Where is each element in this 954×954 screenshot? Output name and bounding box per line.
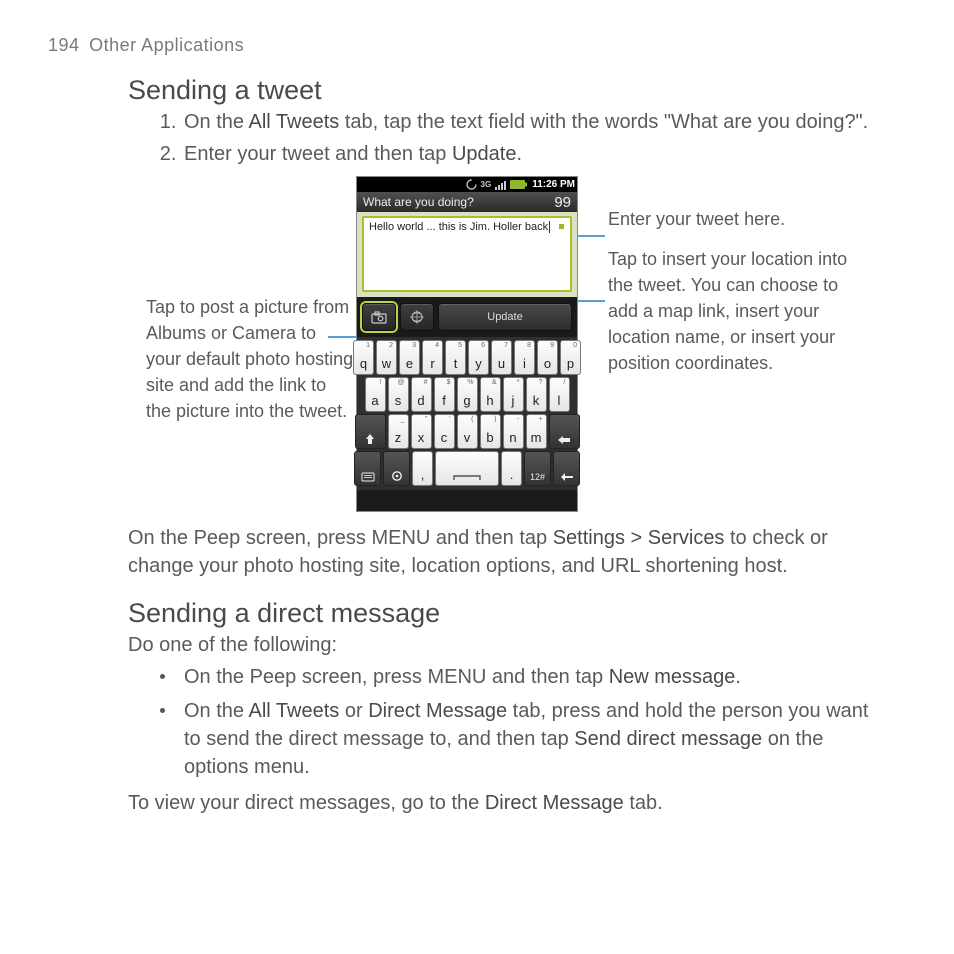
key[interactable]: c' [434,414,455,449]
title-text: What are you doing? [363,195,474,209]
key[interactable]: t5 [445,340,466,375]
signal-icon [495,180,506,190]
key[interactable]: n- [503,414,524,449]
clock: 11:26 PM [532,179,575,190]
globe-icon [409,309,425,325]
key[interactable]: b) [480,414,501,449]
page-number: 194 [48,35,80,55]
phone-screenshot: 3G 11:26 PM What are you doing? 99 Hello… [356,176,576,512]
title-bar: What are you doing? 99 [357,192,577,212]
key[interactable]: y6 [468,340,489,375]
key[interactable]: i8 [514,340,535,375]
key[interactable]: k? [526,377,547,412]
key[interactable]: l/ [549,377,570,412]
keyboard-row-2: a!s@d#f$g%h&j*k?l/ [359,377,575,412]
tweet-compose-area: Hello world ... this is Jim. Holler back [357,212,577,297]
key[interactable]: r4 [422,340,443,375]
key[interactable]: q1 [353,340,374,375]
key[interactable]: s@ [388,377,409,412]
network-3g-icon: 3G [481,180,492,189]
camera-icon [371,311,387,324]
status-bar: 3G 11:26 PM [357,177,577,192]
key[interactable]: u7 [491,340,512,375]
key[interactable] [383,451,410,486]
location-button[interactable] [400,303,434,331]
running-header: 194 Other Applications [48,35,244,56]
phone: 3G 11:26 PM What are you doing? 99 Hello… [356,176,578,512]
dm-bullet-list: On the Peep screen, press MENU and then … [128,663,883,781]
key[interactable]: f$ [434,377,455,412]
after-figure-para: On the Peep screen, press MENU and then … [128,524,883,580]
key[interactable]: j* [503,377,524,412]
tweet-input[interactable]: Hello world ... this is Jim. Holler back [362,216,572,292]
keyboard: q1w2e3r4t5y6u7i8o9p0 a!s@d#f$g%h&j*k?l/ … [357,337,577,490]
callout-left: Tap to post a picture from Albums or Cam… [128,176,356,512]
step-2: Enter your tweet and then tap Update. [182,140,883,168]
key[interactable] [553,451,580,486]
keyboard-row-4: ,.12# [359,451,575,486]
camera-button[interactable] [362,303,396,331]
dm-bullet-1: On the Peep screen, press MENU and then … [182,663,883,691]
keyboard-row-1: q1w2e3r4t5y6u7i8o9p0 [359,340,575,375]
body: Sending a tweet On the All Tweets tab, t… [128,75,883,835]
key[interactable]: p0 [560,340,581,375]
key[interactable]: x" [411,414,432,449]
key[interactable]: z_ [388,414,409,449]
steps-list: On the All Tweets tab, tap the text fiel… [128,108,883,168]
key[interactable]: , [412,451,433,486]
key[interactable] [549,414,580,449]
key[interactable]: m+ [526,414,547,449]
key[interactable]: o9 [537,340,558,375]
key[interactable]: e3 [399,340,420,375]
dm-intro: Do one of the following: [128,631,883,659]
resize-handle-icon [559,224,564,229]
figure-row: Tap to post a picture from Albums or Cam… [128,176,883,512]
update-button[interactable]: Update [438,303,572,331]
key[interactable] [435,451,499,486]
callout-right-2: Tap to insert your location into the twe… [608,246,868,376]
key[interactable]: 12# [524,451,551,486]
tweet-input-text: Hello world ... this is Jim. Holler back [369,221,548,233]
heading-sending-tweet: Sending a tweet [128,75,883,106]
key[interactable]: g% [457,377,478,412]
battery-icon [510,180,528,189]
dm-outro: To view your direct messages, go to the … [128,789,883,817]
key[interactable]: a! [365,377,386,412]
callout-right-1: Enter your tweet here. [608,206,868,232]
key[interactable]: d# [411,377,432,412]
key[interactable] [354,451,381,486]
key[interactable]: w2 [376,340,397,375]
text-cursor [549,221,550,233]
key[interactable]: . [501,451,522,486]
key[interactable]: h& [480,377,501,412]
key[interactable]: v( [457,414,478,449]
manual-page: 194 Other Applications Sending a tweet O… [0,0,954,954]
key[interactable] [355,414,386,449]
char-count: 99 [554,194,571,211]
section-title: Other Applications [89,35,244,55]
callout-right: Enter your tweet here. Tap to insert you… [576,176,868,512]
step-1: On the All Tweets tab, tap the text fiel… [182,108,883,136]
heading-direct-message: Sending a direct message [128,598,883,629]
tool-row: Update [357,297,577,337]
dm-bullet-2: On the All Tweets or Direct Message tab,… [182,697,883,781]
sync-icon [466,179,477,190]
keyboard-row-3: z_x"c'v(b)n-m+ [359,414,575,449]
